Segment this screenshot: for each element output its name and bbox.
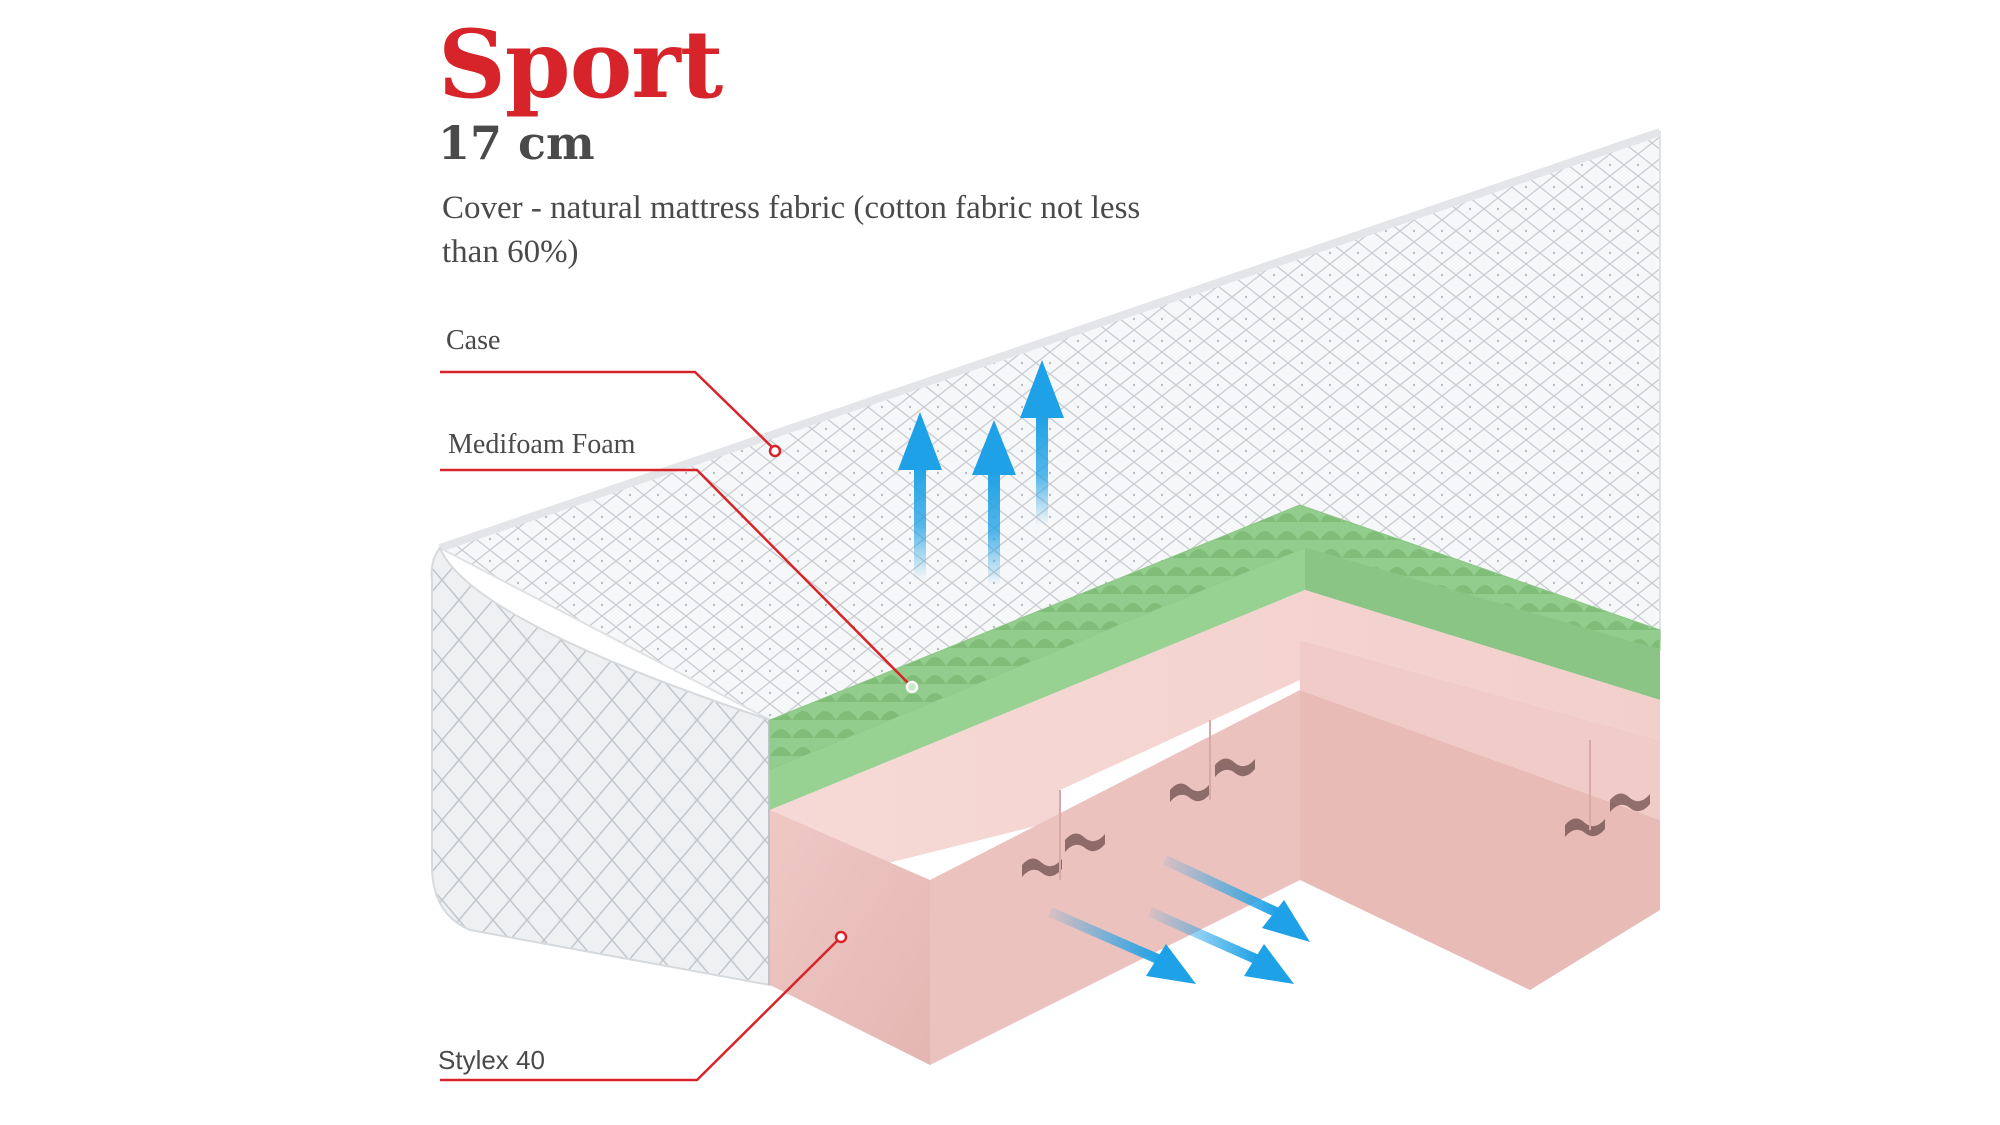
cover-description: Cover - natural mattress fabric (cotton … — [442, 190, 1141, 270]
layer-label-case: Case — [446, 325, 501, 356]
product-height: 17 cm — [438, 116, 595, 170]
layer-label-medifoam: Medifoam Foam — [448, 429, 636, 460]
product-title: Sport — [438, 10, 723, 120]
leader-dot-case — [768, 444, 782, 458]
mattress-illustration — [430, 128, 1662, 1082]
leader-dot-stylex — [834, 930, 848, 944]
mattress-diagram: Sport 17 cm Cover - natural mattress fab… — [0, 0, 2000, 1125]
layer-label-stylex: Stylex 40 — [438, 1045, 545, 1075]
leader-dot-medifoam — [905, 680, 919, 694]
